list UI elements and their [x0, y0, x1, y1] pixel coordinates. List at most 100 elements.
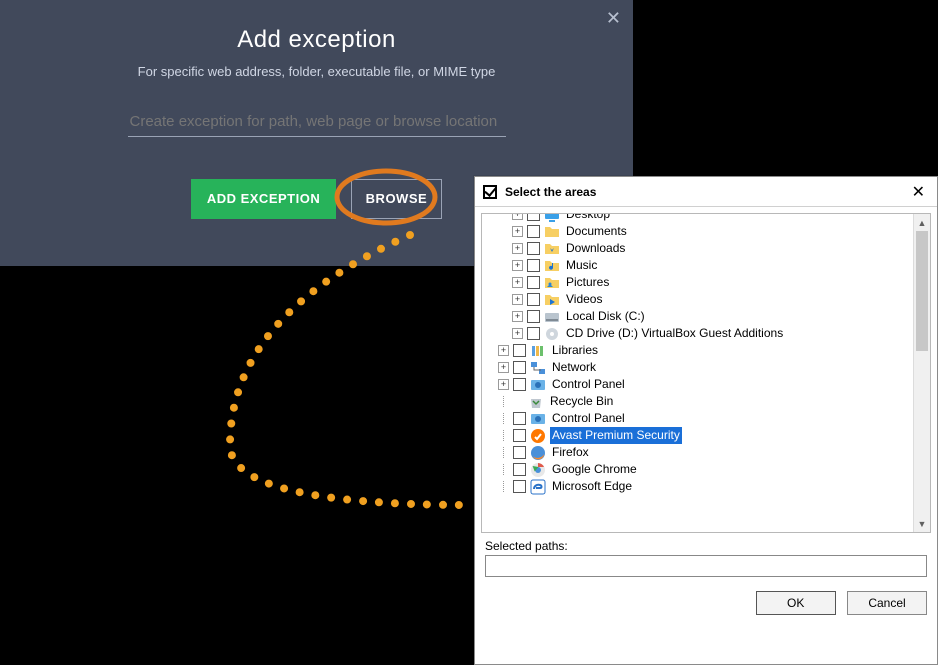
tree-item-folder[interactable]: +Documents	[498, 223, 912, 240]
tree-item-label: Firefox	[550, 444, 591, 461]
tree-item-label: Music	[564, 257, 599, 274]
tree-item-label: CD Drive (D:) VirtualBox Guest Additions	[564, 325, 785, 342]
tree-item-cpanel[interactable]: Control Panel	[498, 410, 912, 427]
exception-path-input[interactable]	[128, 109, 506, 137]
tree-item-pictures[interactable]: + Pictures	[498, 274, 912, 291]
select-areas-dialog: Select the areas ✕ +Desktop+Documents+Do…	[474, 176, 938, 665]
tree-checkbox[interactable]	[527, 259, 540, 272]
disk-icon	[544, 309, 560, 325]
tree-item-label: Avast Premium Security	[550, 427, 682, 444]
tree-item-label: Videos	[564, 291, 604, 308]
tree-checkbox[interactable]	[513, 378, 526, 391]
tree-connector	[498, 481, 509, 492]
expand-toggle[interactable]: +	[512, 277, 523, 288]
tree-item-label: Desktop	[564, 213, 612, 223]
network-icon	[530, 360, 546, 376]
cpanel-icon	[530, 411, 546, 427]
folder-icon	[544, 224, 560, 240]
expand-toggle[interactable]: +	[512, 328, 523, 339]
recycle-icon	[528, 394, 544, 410]
scroll-down-icon[interactable]: ▼	[914, 515, 930, 532]
tree-item-label: Microsoft Edge	[550, 478, 634, 495]
tree-item-label: Control Panel	[550, 376, 627, 393]
tree-item-cd[interactable]: + CD Drive (D:) VirtualBox Guest Addition…	[498, 325, 912, 342]
tree-checkbox[interactable]	[527, 293, 540, 306]
tree-item-label: Downloads	[564, 240, 627, 257]
tree-item-disk[interactable]: + Local Disk (C:)	[498, 308, 912, 325]
edge-icon	[530, 479, 546, 495]
downloads-icon	[544, 241, 560, 257]
file-tree[interactable]: +Desktop+Documents+Downloads+Music+Pictu…	[482, 213, 912, 499]
tree-item-recycle[interactable]: Recycle Bin	[498, 393, 912, 410]
tree-item-avast[interactable]: Avast Premium Security	[498, 427, 912, 444]
tree-item-desktop[interactable]: + Desktop	[498, 213, 912, 223]
tree-connector	[498, 464, 509, 475]
tree-checkbox[interactable]	[527, 276, 540, 289]
expand-toggle[interactable]: +	[498, 379, 509, 390]
tree-checkbox[interactable]	[513, 480, 526, 493]
add-exception-button[interactable]: ADD EXCEPTION	[191, 179, 336, 219]
chrome-icon	[530, 462, 546, 478]
selected-paths-input[interactable]	[485, 555, 927, 577]
tree-checkbox[interactable]	[513, 361, 526, 374]
expand-toggle[interactable]: +	[498, 345, 509, 356]
firefox-icon	[530, 445, 546, 461]
tree-item-chrome[interactable]: Google Chrome	[498, 461, 912, 478]
scroll-thumb[interactable]	[916, 231, 928, 351]
panel-subtitle: For specific web address, folder, execut…	[0, 64, 633, 79]
tree-item-label: Pictures	[564, 274, 611, 291]
expand-toggle[interactable]: +	[512, 311, 523, 322]
tree-item-label: Libraries	[550, 342, 600, 359]
ok-button[interactable]: OK	[756, 591, 836, 615]
tree-connector	[498, 413, 509, 424]
tree-connector	[498, 447, 509, 458]
close-icon[interactable]: ✕	[606, 8, 621, 29]
dialog-title: Select the areas	[505, 185, 596, 199]
expand-toggle[interactable]: +	[512, 260, 523, 271]
tree-checkbox[interactable]	[527, 310, 540, 323]
expand-toggle[interactable]: +	[512, 294, 523, 305]
panel-title: Add exception	[0, 26, 633, 54]
tree-checkbox[interactable]	[527, 327, 540, 340]
tree-item-cpanel[interactable]: + Control Panel	[498, 376, 912, 393]
scroll-up-icon[interactable]: ▲	[914, 214, 930, 231]
tree-checkbox[interactable]	[513, 344, 526, 357]
tree-item-label: Local Disk (C:)	[564, 308, 647, 325]
cpanel-icon	[530, 377, 546, 393]
browse-button[interactable]: BROWSE	[351, 179, 443, 219]
tree-checkbox[interactable]	[527, 242, 540, 255]
tree-checkbox[interactable]	[527, 225, 540, 238]
tree-item-firefox[interactable]: Firefox	[498, 444, 912, 461]
dialog-close-icon[interactable]: ✕	[908, 182, 929, 202]
tree-item-music[interactable]: + Music	[498, 257, 912, 274]
tree-item-label: Google Chrome	[550, 461, 639, 478]
music-icon	[544, 258, 560, 274]
tree-checkbox[interactable]	[513, 463, 526, 476]
tree-item-videos[interactable]: + Videos	[498, 291, 912, 308]
cancel-button[interactable]: Cancel	[847, 591, 927, 615]
libraries-icon	[530, 343, 546, 359]
pictures-icon	[544, 275, 560, 291]
vertical-scrollbar[interactable]: ▲ ▼	[913, 214, 930, 532]
expand-toggle[interactable]: +	[512, 213, 523, 220]
tree-checkbox[interactable]	[513, 446, 526, 459]
tree-container: +Desktop+Documents+Downloads+Music+Pictu…	[481, 213, 931, 533]
expand-toggle[interactable]: +	[498, 362, 509, 373]
tree-item-downloads[interactable]: + Downloads	[498, 240, 912, 257]
tree-item-libraries[interactable]: + Libraries	[498, 342, 912, 359]
selected-paths-label: Selected paths:	[485, 539, 927, 553]
expand-toggle[interactable]: +	[512, 226, 523, 237]
tree-item-label: Network	[550, 359, 598, 376]
tree-connector	[498, 430, 509, 441]
tree-item-network[interactable]: + Network	[498, 359, 912, 376]
tree-checkbox[interactable]	[513, 412, 526, 425]
tree-item-edge[interactable]: Microsoft Edge	[498, 478, 912, 495]
tree-checkbox[interactable]	[513, 429, 526, 442]
cd-icon	[544, 326, 560, 342]
tree-item-label: Control Panel	[550, 410, 627, 427]
tree-checkbox[interactable]	[527, 213, 540, 221]
dialog-checkbox-icon	[483, 185, 497, 199]
tree-connector	[498, 396, 509, 407]
expand-toggle[interactable]: +	[512, 243, 523, 254]
videos-icon	[544, 292, 560, 308]
